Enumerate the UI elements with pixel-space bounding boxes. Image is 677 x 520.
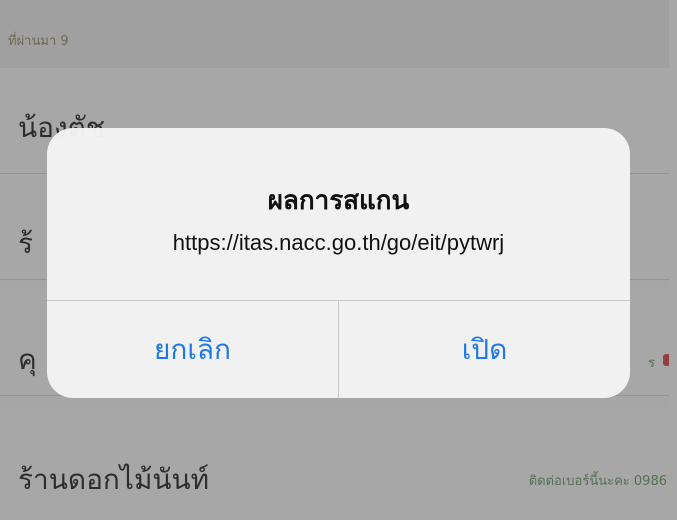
- alert-title: ผลการสแกน: [267, 186, 410, 216]
- scan-result-alert: ผลการสแกน https://itas.nacc.go.th/go/eit…: [47, 128, 630, 398]
- screen: ที่ผ่านมา 9 น้องตัช ร้ คุ ร ร้านดอกไม้นั…: [0, 0, 677, 520]
- cancel-button[interactable]: ยกเลิก: [47, 301, 338, 398]
- open-button[interactable]: เปิด: [339, 301, 630, 398]
- alert-url-message: https://itas.nacc.go.th/go/eit/pytwrj: [172, 230, 505, 255]
